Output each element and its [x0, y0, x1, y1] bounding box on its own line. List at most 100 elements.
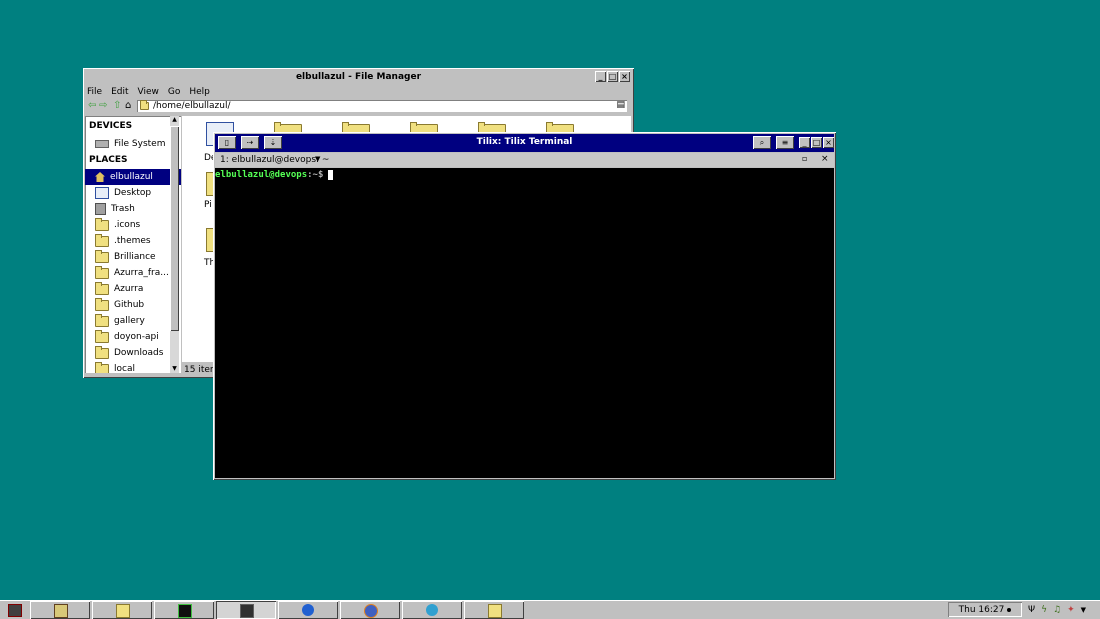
- taskbar-media-button[interactable]: [402, 601, 462, 619]
- terminal-screen[interactable]: elbullazul@devops :~$: [215, 168, 834, 478]
- sidebar-item-label: Desktop: [114, 188, 152, 198]
- sidebar-item-label: .icons: [114, 220, 141, 230]
- firefox-icon: [364, 604, 378, 618]
- sidebar-item-label: Github: [114, 300, 145, 310]
- file-manager-titlebar[interactable]: elbullazul - File Manager _ □ ×: [85, 70, 632, 84]
- bookmark-icon[interactable]: ▤: [616, 100, 625, 110]
- taskbar-image-viewer-button[interactable]: [464, 601, 524, 619]
- volume-icon[interactable]: ♫: [1053, 605, 1061, 615]
- minimize-button[interactable]: _: [595, 71, 606, 82]
- sidebar-item-label: doyon-api: [114, 332, 159, 342]
- prompt-user: elbullazul@devops: [215, 170, 308, 180]
- minimize-button[interactable]: _: [799, 137, 810, 148]
- menu-view[interactable]: View: [138, 87, 159, 99]
- back-arrow-icon[interactable]: ⇦: [88, 100, 96, 111]
- home-icon: [95, 172, 105, 182]
- start-button[interactable]: [2, 601, 26, 618]
- terminal-icon: [240, 604, 254, 618]
- sidebar-item-elbullazul[interactable]: elbullazul: [85, 169, 181, 185]
- folder-icon: [95, 217, 109, 231]
- sidebar-item-label: local: [114, 364, 135, 373]
- session-tab-label[interactable]: 1: elbullazul@devops: ~: [220, 155, 329, 165]
- taskbar: Thu 16:27 Ψ ϟ ♫ ✦ ▼: [0, 600, 1100, 619]
- folder-icon: [95, 361, 109, 373]
- close-terminal-icon[interactable]: ×: [821, 154, 829, 164]
- toolbar: ⇦ ⇨ ⇧ ⌂ /home/elbullazul/ ▤: [87, 100, 630, 114]
- tray-menu-chevron-down-icon[interactable]: ▼: [1081, 606, 1086, 614]
- window-title: elbullazul - File Manager: [295, 72, 422, 82]
- taskbar-file-manager-button[interactable]: [92, 601, 152, 619]
- folder-icon: [95, 329, 109, 343]
- folder-icon: [95, 281, 109, 295]
- maximize-button[interactable]: □: [607, 71, 618, 82]
- menu-help[interactable]: Help: [189, 87, 210, 99]
- sidebar-item-downloads[interactable]: Downloads: [85, 345, 181, 361]
- file-label: Pi: [204, 200, 212, 210]
- scroll-thumb[interactable]: [170, 126, 179, 331]
- sidebar-item-brilliance[interactable]: Brilliance: [85, 249, 181, 265]
- sidebar-scrollbar[interactable]: ▲ ▼: [170, 116, 179, 373]
- image-viewer-icon: [488, 604, 502, 618]
- taskbar-firefox-button[interactable]: [340, 601, 400, 619]
- system-tray: Ψ ϟ ♫ ✦ ▼: [1028, 603, 1096, 616]
- hamburger-menu-icon[interactable]: ≡: [776, 136, 794, 149]
- folder-icon: [95, 233, 109, 247]
- sidebar-item-file-system[interactable]: File System: [85, 136, 181, 152]
- sidebar-item-local[interactable]: local: [85, 361, 181, 373]
- sidebar-item-themes[interactable]: .themes: [85, 233, 181, 249]
- cursor: [328, 170, 334, 180]
- sidebar-item-label: Trash: [111, 204, 135, 214]
- scroll-down-arrow-icon[interactable]: ▼: [170, 365, 179, 373]
- location-bar[interactable]: /home/elbullazul/ ▤: [137, 100, 627, 112]
- sidebar-item-azurra-fra[interactable]: Azurra_fra...: [85, 265, 181, 281]
- taskbar-power-button[interactable]: [278, 601, 338, 619]
- menu-bar: File Edit View Go Help: [87, 87, 210, 99]
- sidebar-item-label: Azurra_fra...: [114, 268, 169, 278]
- maximize-button[interactable]: □: [811, 137, 822, 148]
- folder-icon: [95, 297, 109, 311]
- sidebar-item-github[interactable]: Github: [85, 297, 181, 313]
- sidebar-item-gallery[interactable]: gallery: [85, 313, 181, 329]
- sidebar-item-icons[interactable]: .icons: [85, 217, 181, 233]
- menu-edit[interactable]: Edit: [111, 87, 128, 99]
- sidebar-item-label: Brilliance: [114, 252, 156, 262]
- up-arrow-icon[interactable]: ⇧: [113, 100, 121, 111]
- media-icon: [426, 604, 438, 616]
- network-icon[interactable]: Ψ: [1028, 605, 1035, 615]
- sidebar-item-trash[interactable]: Trash: [85, 201, 181, 217]
- battery-icon[interactable]: ϟ: [1041, 605, 1047, 615]
- trash-icon: [95, 203, 106, 215]
- scroll-up-arrow-icon[interactable]: ▲: [170, 116, 179, 124]
- folder-icon: [95, 313, 109, 327]
- home-icon[interactable]: ⌂: [125, 100, 131, 111]
- taskbar-terminal-button[interactable]: [216, 601, 276, 619]
- close-button[interactable]: ×: [823, 137, 834, 148]
- forward-arrow-icon[interactable]: ⇨: [99, 100, 107, 111]
- updates-icon[interactable]: ✦: [1067, 605, 1075, 615]
- sidebar-item-label: File System: [114, 139, 166, 149]
- chevron-down-icon[interactable]: ▼: [315, 155, 320, 163]
- devices-header: DEVICES: [89, 121, 133, 131]
- maximize-terminal-icon[interactable]: ▫: [802, 154, 807, 163]
- session-tab-bar: 1: elbullazul@devops: ~ ▼ ▫ ×: [215, 153, 834, 167]
- sidebar-item-label: .themes: [114, 236, 151, 246]
- taskbar-pycharm-button[interactable]: [154, 601, 214, 619]
- search-icon[interactable]: ⌕: [753, 136, 771, 149]
- sidebar-item-desktop[interactable]: Desktop: [85, 185, 181, 201]
- sidebar: DEVICES File System PLACES elbullazul Des…: [85, 116, 181, 373]
- sidebar-item-doyon-api[interactable]: doyon-api: [85, 329, 181, 345]
- sidebar-item-label: elbullazul: [110, 172, 153, 182]
- clock-area[interactable]: Thu 16:27: [948, 602, 1022, 617]
- pycharm-icon: [178, 604, 192, 618]
- prompt-line: elbullazul@devops :~$: [215, 170, 334, 180]
- close-button[interactable]: ×: [619, 71, 630, 82]
- menu-go[interactable]: Go: [168, 87, 180, 99]
- folder-icon: [95, 345, 109, 359]
- prompt-path: :~$: [307, 170, 324, 180]
- sidebar-item-azurra[interactable]: Azurra: [85, 281, 181, 297]
- location-path: /home/elbullazul/: [153, 101, 231, 111]
- terminal-titlebar[interactable]: ▯ ⇢ ⇣ Tilix: Tilix Terminal ⌕ ≡ _ □ ×: [215, 134, 834, 152]
- menu-file[interactable]: File: [87, 87, 102, 99]
- taskbar-xfce-button[interactable]: [30, 601, 90, 619]
- folder-icon: [140, 100, 149, 110]
